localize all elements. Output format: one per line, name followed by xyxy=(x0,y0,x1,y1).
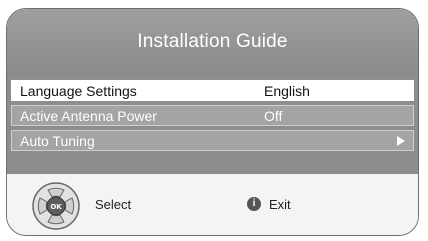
menu-item-active-antenna-power[interactable]: Active Antenna Power Off xyxy=(11,105,414,126)
menu-item-auto-tuning[interactable]: Auto Tuning xyxy=(11,130,414,151)
footer-help: OK Select i Exit xyxy=(7,174,418,235)
chevron-right-icon xyxy=(397,136,405,146)
svg-text:OK: OK xyxy=(50,203,62,211)
title-bar: Installation Guide xyxy=(7,9,418,76)
exit-hint-label: Exit xyxy=(269,197,291,212)
info-exit-icon: i xyxy=(247,197,261,211)
page-title: Installation Guide xyxy=(137,31,288,52)
select-hint-label: Select xyxy=(95,197,132,212)
menu-item-value: Off xyxy=(264,108,283,124)
menu-item-value: English xyxy=(264,83,310,99)
menu-item-language-settings[interactable]: Language Settings English xyxy=(11,80,414,101)
settings-menu: Language Settings English Active Antenna… xyxy=(7,76,418,174)
menu-item-label: Active Antenna Power xyxy=(20,108,157,124)
navigation-pad-icon: OK xyxy=(32,182,80,230)
menu-item-label: Auto Tuning xyxy=(20,133,95,149)
installation-guide-panel: Installation Guide Language Settings Eng… xyxy=(6,8,419,236)
menu-item-label: Language Settings xyxy=(20,83,137,99)
